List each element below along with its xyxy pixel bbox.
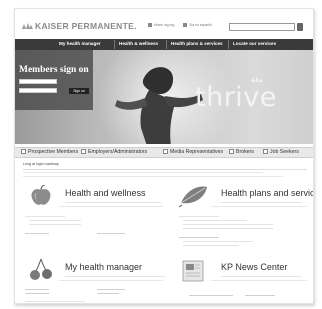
audience-prospective-members[interactable]: Prospective Members xyxy=(21,149,78,155)
section-link-line[interactable] xyxy=(25,293,49,294)
section-link-line[interactable] xyxy=(179,237,219,238)
audience-job-seekers[interactable]: Job Seekers xyxy=(263,149,299,155)
section-text-line xyxy=(183,220,247,221)
section-text-line xyxy=(221,202,301,203)
username-field[interactable] xyxy=(19,79,57,84)
section-text-line xyxy=(65,202,161,203)
audience-label: Media Representatives xyxy=(170,149,224,155)
logo-text: KAISER PERMANENTE. xyxy=(35,21,137,31)
section-link-line[interactable] xyxy=(97,233,125,234)
audience-label: Prospective Members xyxy=(28,149,79,155)
cherries-illustration xyxy=(30,258,52,280)
divider xyxy=(23,169,307,170)
section-text-line xyxy=(25,301,85,302)
nav-divider xyxy=(114,40,115,49)
audience-label: Brokers xyxy=(236,149,254,155)
checkbox-icon xyxy=(163,149,168,154)
section-underline xyxy=(59,280,163,281)
top-link-espanol[interactable]: Sul en español xyxy=(183,23,212,27)
section-text-line xyxy=(179,216,219,217)
section-title-news[interactable]: KP News Center xyxy=(221,262,287,272)
section-link-line[interactable] xyxy=(25,233,49,234)
leaf-illustration xyxy=(179,186,207,207)
top-links: Home log.org Sul en español xyxy=(148,23,220,27)
section-text-line xyxy=(65,276,165,277)
section-text-line xyxy=(183,245,239,246)
section-underline xyxy=(59,206,163,207)
intro-text-line xyxy=(23,172,263,173)
newspaper-illustration xyxy=(182,260,204,282)
section-text-line xyxy=(29,220,81,221)
sign-on-title: Members sign on xyxy=(19,65,89,75)
section-link-line[interactable] xyxy=(189,295,233,296)
intro-text-line xyxy=(23,176,283,177)
main-nav: My health manager Health & wellness Heal… xyxy=(15,39,313,50)
audience-media[interactable]: Media Representatives xyxy=(163,149,223,155)
top-link-home[interactable]: Home log.org xyxy=(148,23,174,27)
section-text-line xyxy=(183,228,273,229)
checkbox-icon xyxy=(81,149,86,154)
home-icon xyxy=(148,23,152,27)
checkbox-icon xyxy=(21,149,26,154)
checkbox-icon xyxy=(229,149,234,154)
section-link-line[interactable] xyxy=(25,289,49,290)
tab-health-plans[interactable]: Health plans & services xyxy=(171,41,223,46)
search-input[interactable] xyxy=(229,23,295,31)
site-header: KAISER PERMANENTE. Home log.org Sul en e… xyxy=(15,9,313,37)
section-title-plans[interactable]: Health plans and services xyxy=(221,188,313,198)
section-title-manager[interactable]: My health manager xyxy=(65,262,142,272)
section-underline xyxy=(211,206,307,207)
breadcrumb[interactable]: Long at login roadmap xyxy=(23,162,59,166)
hero-runner-image xyxy=(115,67,203,144)
kaiser-logo[interactable]: KAISER PERMANENTE. xyxy=(21,21,137,31)
section-text-line xyxy=(183,241,253,242)
audience-employers[interactable]: Employers/Administrators xyxy=(81,149,147,155)
logo-mark-icon xyxy=(22,23,33,29)
section-text-line xyxy=(183,224,273,225)
tab-health-wellness[interactable]: Health & wellness xyxy=(119,41,158,46)
section-text-line xyxy=(25,216,65,217)
audience-brokers[interactable]: Brokers xyxy=(229,149,254,155)
top-link-espanol-label: Sul en español xyxy=(189,23,212,27)
hero-banner: Members sign on Sign on thrive xyxy=(15,50,313,144)
section-link-line[interactable] xyxy=(97,293,119,294)
nav-divider xyxy=(228,40,229,49)
audience-bar: Prospective Members Employers/Administra… xyxy=(15,147,313,158)
checkbox-icon xyxy=(263,149,268,154)
sign-on-button[interactable]: Sign on xyxy=(69,88,89,94)
language-icon xyxy=(183,23,188,27)
section-link-line[interactable] xyxy=(97,289,125,290)
tab-locate-services[interactable]: Locate our services xyxy=(233,41,276,46)
password-field[interactable] xyxy=(19,88,57,93)
section-text-line xyxy=(29,224,81,225)
apple-illustration xyxy=(31,185,51,205)
audience-label: Job Seekers xyxy=(270,149,299,155)
nav-divider xyxy=(166,40,167,49)
members-sign-on-panel: Members sign on Sign on xyxy=(15,50,93,110)
audience-label: Employers/Administrators xyxy=(88,149,148,155)
section-title-wellness[interactable]: Health and wellness xyxy=(65,188,146,198)
tab-my-health-manager[interactable]: My health manager xyxy=(59,41,101,46)
search-button[interactable] xyxy=(297,23,303,31)
section-text-line xyxy=(221,276,301,277)
thrive-tagline: thrive xyxy=(195,82,277,113)
section-link-line[interactable] xyxy=(245,295,275,296)
page-frame: KAISER PERMANENTE. Home log.org Sul en e… xyxy=(14,8,314,304)
top-link-home-label: Home log.org xyxy=(154,23,175,27)
section-underline xyxy=(211,280,307,281)
